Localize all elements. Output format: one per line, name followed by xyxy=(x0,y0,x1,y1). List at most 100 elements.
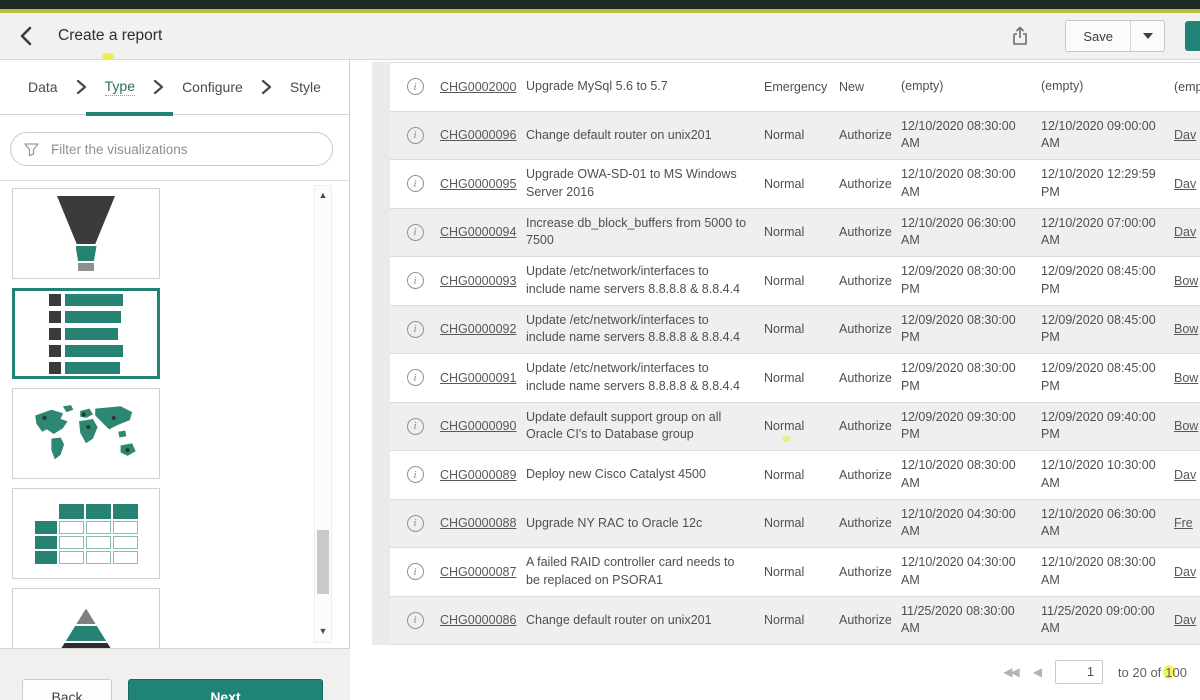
back-button[interactable]: Back xyxy=(22,679,112,700)
table-left-gutter xyxy=(372,62,390,645)
state: Authorize xyxy=(839,177,901,191)
viz-heatmap-thumbnail[interactable] xyxy=(12,488,160,579)
info-icon[interactable]: i xyxy=(407,466,424,483)
step-style[interactable]: Style xyxy=(290,79,321,95)
previous-page-button[interactable]: ◀ xyxy=(1033,665,1040,679)
assigned-to-link[interactable]: Bow xyxy=(1174,371,1200,385)
info-icon[interactable]: i xyxy=(407,515,424,532)
planned-end-date: 12/10/2020 12:29:59 PM xyxy=(1041,166,1174,201)
record-number-link[interactable]: CHG0000089 xyxy=(440,468,526,482)
planned-start-date: 12/10/2020 08:30:00 AM xyxy=(901,166,1041,201)
filter-input[interactable] xyxy=(49,141,319,158)
page-title: Create a report xyxy=(58,27,162,45)
table-row: i CHG0002000 Upgrade MySql 5.6 to 5.7 Em… xyxy=(390,62,1200,111)
assigned-to-link[interactable]: Bow xyxy=(1174,419,1200,433)
info-icon[interactable]: i xyxy=(407,224,424,241)
state: New xyxy=(839,80,901,94)
viz-pyramid-thumbnail[interactable] xyxy=(12,588,160,649)
step-configure[interactable]: Configure xyxy=(182,79,243,95)
scroll-up-icon[interactable]: ▲ xyxy=(315,188,331,202)
record-number-link[interactable]: CHG0000094 xyxy=(440,225,526,239)
scroll-down-icon[interactable]: ▼ xyxy=(315,624,331,638)
planned-start-date: 12/09/2020 09:30:00 PM xyxy=(901,409,1041,444)
planned-end-date: 12/10/2020 07:00:00 AM xyxy=(1041,215,1174,250)
info-icon[interactable]: i xyxy=(407,272,424,289)
planned-start-date: 12/10/2020 08:30:00 AM xyxy=(901,118,1041,153)
info-icon[interactable]: i xyxy=(407,418,424,435)
planned-start-date: 11/25/2020 08:30:00 AM xyxy=(901,603,1041,638)
state: Authorize xyxy=(839,613,901,627)
info-icon[interactable]: i xyxy=(407,175,424,192)
record-number-link[interactable]: CHG0000096 xyxy=(440,128,526,142)
report-type-panel: Data Type Configure Style xyxy=(0,60,350,700)
short-description: Deploy new Cisco Catalyst 4500 xyxy=(526,466,764,484)
chevron-right-icon xyxy=(76,80,87,94)
record-number-link[interactable]: CHG0000093 xyxy=(440,274,526,288)
share-icon xyxy=(1011,26,1029,46)
save-split-button: Save xyxy=(1065,20,1165,52)
record-number-link[interactable]: CHG0000095 xyxy=(440,177,526,191)
step-type[interactable]: Type xyxy=(105,78,135,96)
chevron-left-icon xyxy=(18,26,34,46)
panel-scrollbar[interactable]: ▲ ▼ xyxy=(314,185,332,643)
assigned-to-link[interactable]: Dav xyxy=(1174,468,1200,482)
record-number-link[interactable]: CHG0000087 xyxy=(440,565,526,579)
record-number-link[interactable]: CHG0000091 xyxy=(440,371,526,385)
viz-list-thumbnail-selected[interactable] xyxy=(12,288,160,379)
back-arrow-button[interactable] xyxy=(16,24,36,48)
info-icon[interactable]: i xyxy=(407,369,424,386)
info-icon[interactable]: i xyxy=(407,612,424,629)
info-icon[interactable]: i xyxy=(407,78,424,95)
first-page-button[interactable]: ◀◀ xyxy=(1003,665,1017,679)
panel-footer: Back Next xyxy=(0,648,350,700)
step-data[interactable]: Data xyxy=(28,79,58,95)
record-number-link[interactable]: CHG0000086 xyxy=(440,613,526,627)
short-description: Update /etc/network/interfaces to includ… xyxy=(526,312,764,347)
record-number-link[interactable]: CHG0002000 xyxy=(440,80,526,94)
pyramid-chart-icon xyxy=(55,609,117,650)
info-icon[interactable]: i xyxy=(407,321,424,338)
state: Authorize xyxy=(839,225,901,239)
partial-primary-button[interactable] xyxy=(1185,21,1200,51)
state: Authorize xyxy=(839,322,901,336)
assigned-to-link[interactable]: Bow xyxy=(1174,274,1200,288)
table-row: i CHG0000093 Update /etc/network/interfa… xyxy=(390,256,1200,305)
next-button[interactable]: Next xyxy=(128,679,323,700)
save-button[interactable]: Save xyxy=(1066,21,1131,51)
world-map-icon xyxy=(27,404,145,464)
record-number-link[interactable]: CHG0000090 xyxy=(440,419,526,433)
info-icon[interactable]: i xyxy=(407,127,424,144)
state: Authorize xyxy=(839,128,901,142)
assigned-to-link[interactable]: Dav xyxy=(1174,177,1200,191)
viz-map-thumbnail[interactable] xyxy=(12,388,160,479)
viz-funnel-thumbnail[interactable] xyxy=(12,188,160,279)
short-description: Change default router on unix201 xyxy=(526,612,764,630)
pagination-range-label: to 20 of xyxy=(1118,665,1161,680)
share-button[interactable] xyxy=(1005,25,1035,47)
chevron-right-icon xyxy=(261,80,272,94)
state: Authorize xyxy=(839,274,901,288)
state: Authorize xyxy=(839,565,901,579)
scrollbar-thumb[interactable] xyxy=(317,530,329,594)
short-description: A failed RAID controller card needs to b… xyxy=(526,554,764,589)
active-step-indicator xyxy=(86,112,173,116)
planned-start-date: 12/10/2020 04:30:00 AM xyxy=(901,554,1041,589)
state: Authorize xyxy=(839,516,901,530)
priority: Normal xyxy=(764,613,839,627)
planned-end-date: 12/10/2020 08:30:00 AM xyxy=(1041,554,1174,589)
page-number-input[interactable] xyxy=(1055,660,1103,684)
planned-start-date: 12/09/2020 08:30:00 PM xyxy=(901,312,1041,347)
planned-start-date: 12/10/2020 04:30:00 AM xyxy=(901,506,1041,541)
assigned-to-link[interactable]: Dav xyxy=(1174,613,1200,627)
assigned-to-link[interactable]: Dav xyxy=(1174,225,1200,239)
table-row: i CHG0000089 Deploy new Cisco Catalyst 4… xyxy=(390,450,1200,499)
record-number-link[interactable]: CHG0000092 xyxy=(440,322,526,336)
record-number-link[interactable]: CHG0000088 xyxy=(440,516,526,530)
heatmap-table-icon xyxy=(35,504,138,564)
assigned-to-link[interactable]: Dav xyxy=(1174,565,1200,579)
save-dropdown-button[interactable] xyxy=(1131,21,1164,51)
assigned-to-link[interactable]: Fre xyxy=(1174,516,1200,530)
info-icon[interactable]: i xyxy=(407,563,424,580)
assigned-to-link[interactable]: Bow xyxy=(1174,322,1200,336)
assigned-to-link[interactable]: Dav xyxy=(1174,128,1200,142)
